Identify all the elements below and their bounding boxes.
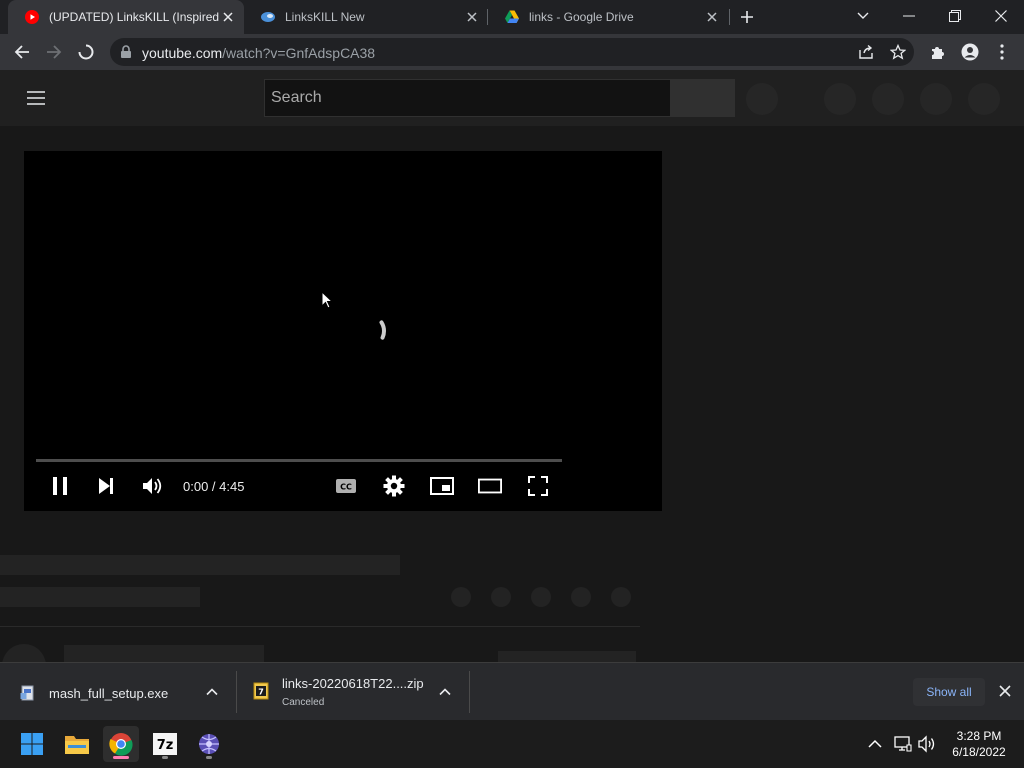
miniplayer-button[interactable] bbox=[430, 474, 454, 498]
svg-text:CC: CC bbox=[340, 483, 352, 492]
url-path: /watch?v=GnfAdspCA38 bbox=[222, 45, 376, 61]
svg-text:7z: 7z bbox=[157, 738, 174, 753]
running-app-indicator bbox=[162, 756, 168, 759]
clock-date: 6/18/2022 bbox=[952, 745, 1006, 759]
download-status: Canceled bbox=[282, 697, 325, 708]
installer-file-icon bbox=[20, 684, 36, 707]
avatar-placeholder[interactable] bbox=[968, 83, 1000, 115]
download-bar: mash_full_setup.exe 7 links-20220618T22.… bbox=[0, 662, 1024, 720]
description-placeholder bbox=[64, 645, 264, 662]
youtube-header bbox=[0, 70, 1024, 126]
new-tab-button[interactable] bbox=[737, 7, 757, 27]
share-icon[interactable] bbox=[854, 40, 878, 64]
youtube-icon bbox=[24, 9, 40, 25]
tab-strip: (UPDATED) LinksKILL (Inspired By LinksKI… bbox=[0, 0, 1024, 34]
tab-linkskill-new[interactable]: LinksKILL New bbox=[244, 0, 488, 34]
tab-title: links - Google Drive bbox=[529, 10, 634, 24]
volume-icon[interactable] bbox=[918, 735, 938, 758]
browser-toolbar: youtube.com/watch?v=GnfAdspCA38 bbox=[0, 34, 1024, 70]
avatar-placeholder bbox=[2, 644, 46, 662]
volume-button[interactable] bbox=[141, 474, 165, 498]
address-bar[interactable]: youtube.com/watch?v=GnfAdspCA38 bbox=[110, 38, 914, 66]
active-app-indicator bbox=[113, 756, 129, 759]
time-display: 0:00 / 4:45 bbox=[183, 479, 245, 494]
running-app-indicator bbox=[206, 756, 212, 759]
action-placeholder bbox=[571, 587, 591, 607]
next-video-button[interactable] bbox=[94, 474, 118, 498]
settings-gear-icon[interactable] bbox=[382, 474, 406, 498]
mouse-cursor-icon bbox=[321, 290, 334, 314]
title-placeholder bbox=[0, 555, 400, 575]
lock-icon[interactable] bbox=[120, 45, 132, 64]
menu-kebab-icon[interactable] bbox=[990, 40, 1014, 64]
7zip-icon[interactable]: 7z bbox=[147, 726, 183, 762]
system-clock[interactable]: 3:28 PM 6/18/2022 bbox=[944, 728, 1014, 760]
tab-title: LinksKILL New bbox=[285, 10, 365, 24]
subscribe-placeholder bbox=[498, 651, 636, 662]
google-drive-icon bbox=[504, 9, 520, 25]
action-placeholder bbox=[611, 587, 631, 607]
tab-google-drive[interactable]: links - Google Drive bbox=[488, 0, 728, 34]
close-tab-icon[interactable] bbox=[220, 9, 236, 25]
bookmark-star-icon[interactable] bbox=[886, 40, 910, 64]
subtitles-button[interactable]: CC bbox=[334, 474, 358, 498]
search-box[interactable] bbox=[264, 79, 671, 117]
action-placeholder bbox=[491, 587, 511, 607]
tab-title: (UPDATED) LinksKILL (Inspired By bbox=[49, 10, 220, 24]
close-tab-icon[interactable] bbox=[704, 9, 720, 25]
tab-youtube[interactable]: (UPDATED) LinksKILL (Inspired By bbox=[8, 0, 244, 34]
back-button[interactable] bbox=[10, 40, 34, 64]
hamburger-menu-icon[interactable] bbox=[26, 89, 46, 107]
close-window-button[interactable] bbox=[988, 4, 1014, 28]
download-filename: links-20220618T22....zip bbox=[282, 676, 424, 691]
download-item[interactable]: 7 links-20220618T22....zip Canceled bbox=[237, 663, 469, 721]
search-button[interactable] bbox=[671, 79, 735, 117]
action-placeholder bbox=[451, 587, 471, 607]
restore-button[interactable] bbox=[942, 4, 968, 28]
download-filename: mash_full_setup.exe bbox=[49, 686, 169, 701]
chrome-icon[interactable] bbox=[103, 726, 139, 762]
zip-file-icon: 7 bbox=[253, 682, 269, 705]
divider bbox=[0, 626, 640, 627]
extensions-icon[interactable] bbox=[926, 40, 950, 64]
action-placeholder bbox=[531, 587, 551, 607]
download-item[interactable]: mash_full_setup.exe bbox=[0, 663, 236, 721]
url-host: youtube.com bbox=[142, 45, 223, 61]
forward-button[interactable] bbox=[42, 40, 66, 64]
clock-time: 3:28 PM bbox=[956, 729, 1002, 743]
video-player[interactable]: 0:00 / 4:45 CC bbox=[24, 151, 662, 511]
profile-icon[interactable] bbox=[958, 40, 982, 64]
bird-icon bbox=[260, 9, 276, 25]
file-explorer-icon[interactable] bbox=[59, 726, 95, 762]
minimize-button[interactable] bbox=[896, 4, 922, 28]
theater-mode-button[interactable] bbox=[478, 474, 502, 498]
download-separator bbox=[469, 671, 470, 713]
voice-search-placeholder[interactable] bbox=[746, 83, 778, 115]
header-icon-placeholder[interactable] bbox=[920, 83, 952, 115]
tab-separator bbox=[729, 9, 730, 25]
network-icon[interactable] bbox=[894, 735, 912, 758]
stop-loading-icon[interactable] bbox=[74, 40, 98, 64]
search-input[interactable] bbox=[265, 80, 670, 116]
close-tab-icon[interactable] bbox=[464, 9, 480, 25]
chevron-up-icon[interactable] bbox=[205, 685, 219, 704]
fullscreen-button[interactable] bbox=[526, 474, 550, 498]
close-download-bar-icon[interactable] bbox=[998, 684, 1012, 703]
loading-spinner-icon bbox=[346, 309, 390, 358]
svg-text:7: 7 bbox=[258, 688, 264, 697]
chevron-up-icon[interactable] bbox=[868, 737, 882, 755]
windows-start-icon[interactable] bbox=[14, 726, 50, 762]
chevron-up-icon[interactable] bbox=[438, 685, 452, 704]
windows-taskbar: 7z 3:28 PM 6/18/2022 bbox=[0, 720, 1024, 768]
header-icon-placeholder[interactable] bbox=[872, 83, 904, 115]
url-text: youtube.com/watch?v=GnfAdspCA38 bbox=[142, 45, 375, 61]
progress-bar[interactable] bbox=[36, 459, 562, 462]
app-globe-icon[interactable] bbox=[191, 726, 227, 762]
pause-button[interactable] bbox=[48, 474, 72, 498]
tab-search-chevron-icon[interactable] bbox=[850, 4, 876, 28]
header-icon-placeholder[interactable] bbox=[824, 83, 856, 115]
show-all-button[interactable]: Show all bbox=[913, 678, 985, 706]
youtube-page: 0:00 / 4:45 CC bbox=[0, 70, 1024, 662]
channel-placeholder bbox=[0, 587, 200, 607]
